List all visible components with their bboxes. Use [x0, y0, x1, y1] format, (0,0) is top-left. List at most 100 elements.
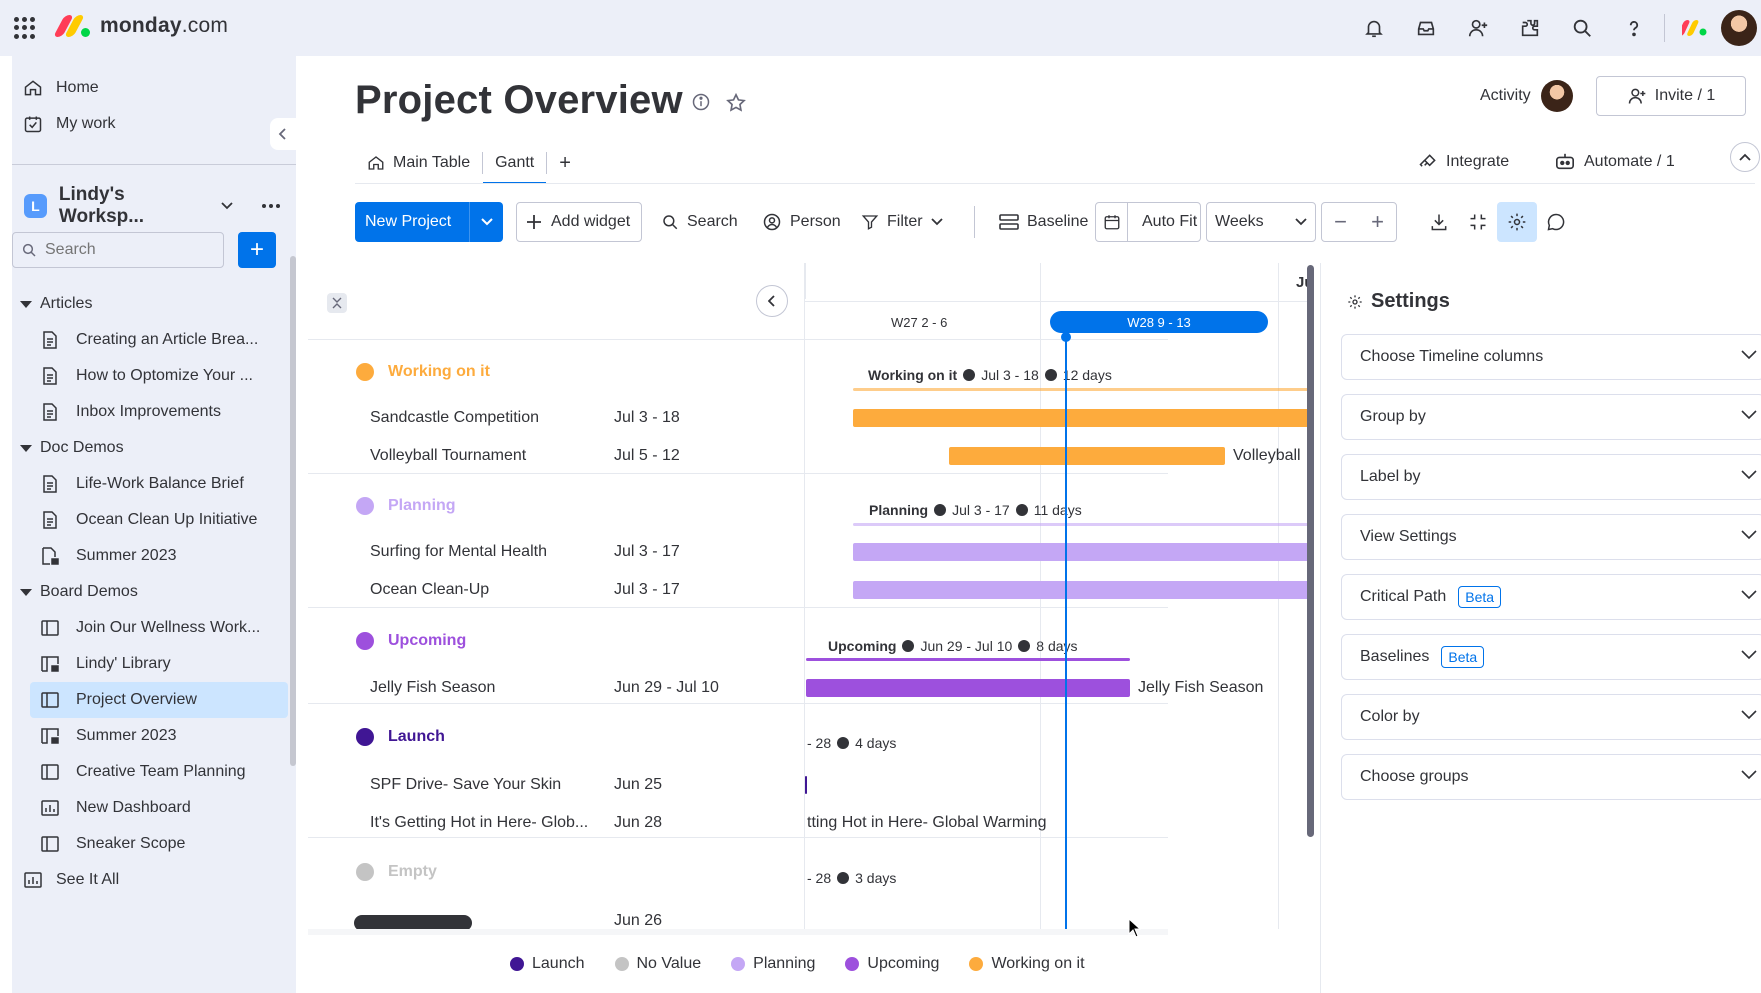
- table-row[interactable]: SPF Drive- Save Your Skin Jun 25: [370, 770, 734, 800]
- sidebar-doc[interactable]: Life-Work Balance Brief: [30, 466, 288, 502]
- monday-logo[interactable]: monday.com: [53, 14, 228, 38]
- group-header[interactable]: Planning: [356, 491, 456, 521]
- filter-button[interactable]: Filter: [853, 202, 951, 242]
- star-icon[interactable]: [725, 92, 747, 114]
- sidebar-doc[interactable]: Inbox Improvements: [30, 394, 288, 430]
- search-icon[interactable]: [1556, 0, 1608, 56]
- group-color-dot[interactable]: [356, 632, 374, 650]
- gantt-bar[interactable]: [805, 776, 807, 794]
- workspace-selector[interactable]: L Lindy's Worksp...: [14, 184, 280, 227]
- integrate-button[interactable]: Integrate: [1418, 152, 1509, 172]
- setting-color-by[interactable]: Color by: [1341, 694, 1761, 740]
- search-button[interactable]: Search: [653, 202, 746, 242]
- sidebar-folder-articles[interactable]: Articles: [12, 286, 278, 322]
- group-header[interactable]: Upcoming: [356, 626, 466, 656]
- settings-button[interactable]: [1497, 202, 1537, 242]
- current-week-label[interactable]: W28 9 - 13: [1050, 311, 1268, 333]
- baseline-button[interactable]: Baseline: [991, 202, 1096, 242]
- invite-members-icon[interactable]: [1452, 0, 1504, 56]
- add-item-button[interactable]: +: [238, 232, 276, 268]
- timeline-scrollbar[interactable]: [1307, 265, 1314, 837]
- collapse-header-button[interactable]: [1730, 142, 1760, 172]
- sidebar-board[interactable]: Creative Team Planning: [30, 754, 288, 790]
- sidebar-see-all[interactable]: See It All: [12, 862, 278, 898]
- table-row[interactable]: Volleyball Tournament Jul 5 - 12: [370, 441, 734, 471]
- setting-view-settings[interactable]: View Settings: [1341, 514, 1761, 560]
- collapse-all-icon[interactable]: [327, 293, 347, 313]
- table-row[interactable]: Sandcastle Competition Jul 3 - 18: [370, 403, 734, 433]
- feedback-button[interactable]: [1536, 202, 1576, 242]
- setting-group-by[interactable]: Group by: [1341, 394, 1761, 440]
- chevron-down-icon[interactable]: [930, 218, 943, 226]
- fullscreen-button[interactable]: [1458, 202, 1498, 242]
- group-color-dot[interactable]: [356, 363, 374, 381]
- sidebar-search-input[interactable]: [45, 241, 195, 259]
- gantt-bar[interactable]: [853, 543, 1309, 561]
- table-row[interactable]: Ocean Clean-Up Jul 3 - 17: [370, 575, 734, 605]
- setting-baselines[interactable]: Baselines Beta: [1341, 634, 1761, 680]
- table-row[interactable]: Surfing for Mental Health Jul 3 - 17: [370, 537, 734, 567]
- group-color-dot[interactable]: [356, 497, 374, 515]
- user-avatar[interactable]: [1721, 0, 1761, 56]
- zoom-in-button[interactable]: +: [1371, 209, 1384, 235]
- sidebar-doc[interactable]: Creating an Article Brea...: [30, 322, 288, 358]
- chevron-down-icon: [1740, 649, 1758, 661]
- avatar[interactable]: [1721, 10, 1757, 46]
- sidebar-item-my-work[interactable]: My work: [12, 106, 278, 142]
- sidebar-folder-board-demos[interactable]: Board Demos: [12, 574, 278, 610]
- setting-choose-groups[interactable]: Choose groups: [1341, 754, 1761, 800]
- person-filter-button[interactable]: Person: [754, 202, 849, 242]
- sidebar-board[interactable]: Join Our Wellness Work...: [30, 610, 288, 646]
- gantt-bar[interactable]: [853, 409, 1309, 427]
- auto-fit-button[interactable]: Auto Fit: [1095, 202, 1201, 242]
- setting-critical-path[interactable]: Critical Path Beta: [1341, 574, 1761, 620]
- monday-products-icon[interactable]: [1669, 0, 1721, 56]
- group-header[interactable]: Launch: [356, 722, 445, 752]
- chevron-down-icon[interactable]: [220, 201, 234, 211]
- sidebar-doc[interactable]: Summer 2023: [30, 538, 288, 574]
- invite-button[interactable]: Invite / 1: [1596, 76, 1746, 116]
- sidebar-item-home[interactable]: Home: [12, 70, 278, 106]
- sidebar-board-active[interactable]: Project Overview: [30, 682, 288, 718]
- add-widget-button[interactable]: Add widget: [516, 202, 642, 242]
- gantt-bar[interactable]: [853, 581, 1309, 599]
- tab-main-table[interactable]: Main Table: [355, 142, 482, 184]
- gantt-bar[interactable]: [949, 447, 1225, 465]
- page-title[interactable]: Project Overview: [355, 78, 683, 123]
- collapse-table-button[interactable]: [756, 285, 788, 317]
- automate-button[interactable]: Automate / 1: [1554, 152, 1675, 172]
- activity-button[interactable]: Activity: [1480, 80, 1573, 112]
- sidebar-board[interactable]: Summer 2023: [30, 718, 288, 754]
- chevron-down-icon[interactable]: [469, 202, 503, 242]
- add-view-button[interactable]: +: [547, 152, 583, 175]
- info-icon[interactable]: [691, 92, 711, 114]
- sidebar-board[interactable]: Sneaker Scope: [30, 826, 288, 862]
- gantt-bar[interactable]: [806, 679, 1130, 697]
- sidebar-doc[interactable]: Ocean Clean Up Initiative: [30, 502, 288, 538]
- group-color-dot[interactable]: [356, 728, 374, 746]
- export-button[interactable]: [1419, 202, 1459, 242]
- table-row[interactable]: It's Getting Hot in Here- Glob... Jun 28: [370, 808, 734, 838]
- sidebar-folder-doc-demos[interactable]: Doc Demos: [12, 430, 278, 466]
- timescale-select[interactable]: Weeks: [1206, 202, 1316, 242]
- sidebar-doc[interactable]: How to Optomize Your ...: [30, 358, 288, 394]
- sidebar-board[interactable]: Lindy' Library: [30, 646, 288, 682]
- help-icon[interactable]: [1608, 0, 1660, 56]
- apps-grid-icon[interactable]: [14, 17, 36, 39]
- apps-marketplace-icon[interactable]: [1504, 0, 1556, 56]
- bell-icon[interactable]: [1348, 0, 1400, 56]
- group-header[interactable]: Working on it: [356, 357, 490, 387]
- tab-gantt[interactable]: Gantt: [483, 142, 547, 184]
- table-row[interactable]: Jelly Fish Season Jun 29 - Jul 10: [370, 673, 734, 703]
- setting-label-by[interactable]: Label by: [1341, 454, 1761, 500]
- sidebar-scrollbar[interactable]: [290, 256, 296, 766]
- zoom-out-button[interactable]: −: [1334, 209, 1347, 235]
- group-color-dot[interactable]: [356, 863, 374, 881]
- inbox-icon[interactable]: [1400, 0, 1452, 56]
- new-project-button[interactable]: New Project: [355, 202, 503, 242]
- group-header[interactable]: Empty: [356, 857, 437, 887]
- sidebar-search[interactable]: [12, 232, 224, 268]
- setting-timeline-columns[interactable]: Choose Timeline columns: [1341, 334, 1761, 380]
- sidebar-dashboard[interactable]: New Dashboard: [30, 790, 288, 826]
- workspace-more-icon[interactable]: [262, 204, 280, 208]
